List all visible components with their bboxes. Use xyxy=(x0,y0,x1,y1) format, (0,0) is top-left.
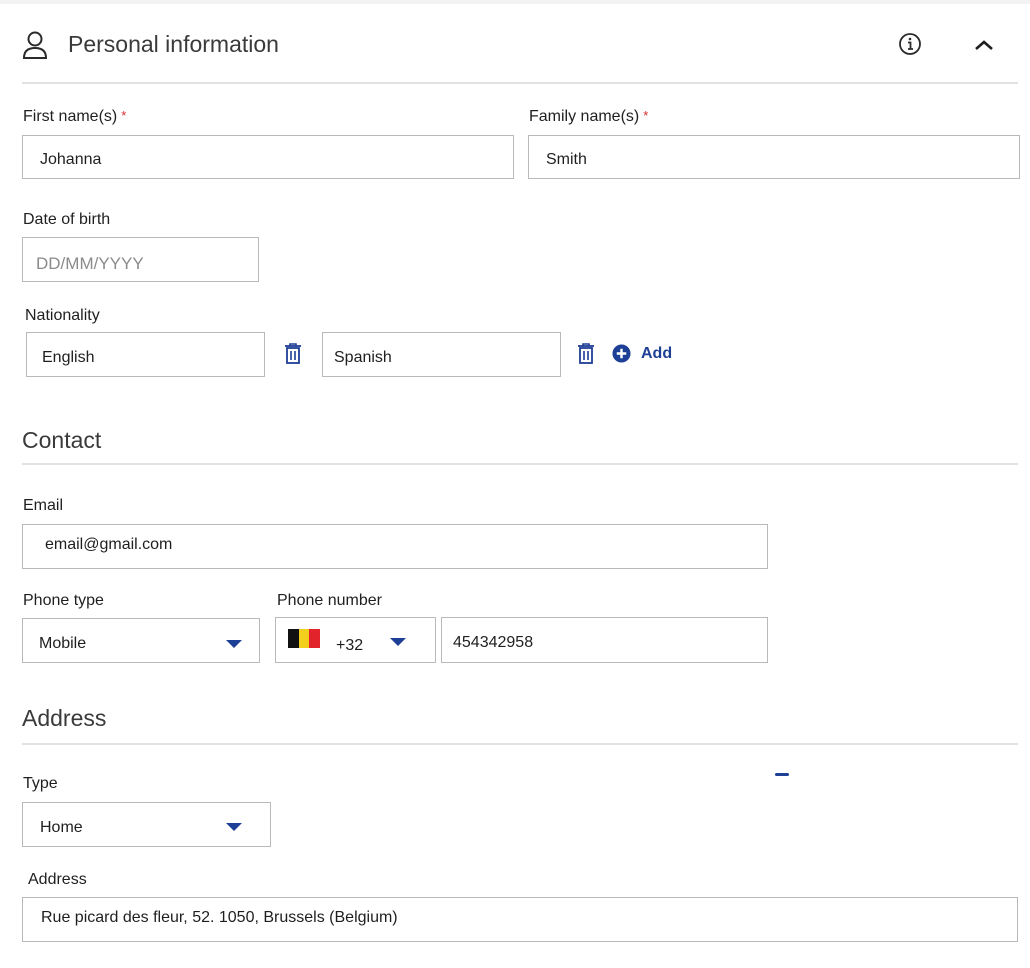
phone-number-label: Phone number xyxy=(277,592,382,609)
decorative-mark xyxy=(775,773,789,776)
address-type-value: Home xyxy=(40,818,83,836)
phone-type-label: Phone type xyxy=(23,592,104,609)
first-name-label: First name(s) * xyxy=(23,108,127,125)
nationality-value: English xyxy=(42,348,95,366)
phone-type-select[interactable]: Mobile xyxy=(22,618,260,663)
dob-label: Date of birth xyxy=(23,211,111,228)
address-value: Rue picard des fleur, 52. 1050, Brussels… xyxy=(41,908,398,926)
email-label: Email xyxy=(23,497,64,514)
belgium-flag-icon xyxy=(288,629,321,648)
nationality-input[interactable]: English xyxy=(26,332,265,377)
section-title-personal: Personal information xyxy=(68,31,279,57)
caret-down-icon xyxy=(390,638,406,646)
required-mark: * xyxy=(643,108,649,123)
nationality-value: Spanish xyxy=(334,348,392,366)
divider xyxy=(22,82,1018,84)
first-name-input[interactable]: Johanna xyxy=(22,135,514,179)
divider xyxy=(22,463,1018,465)
add-label: Add xyxy=(641,344,673,362)
caret-down-icon xyxy=(226,823,242,831)
country-code-value: +32 xyxy=(336,637,364,654)
plus-circle-icon xyxy=(612,344,631,363)
chevron-up-icon[interactable] xyxy=(970,34,998,56)
user-icon xyxy=(22,30,48,60)
section-title-address: Address xyxy=(22,705,107,731)
nationality-input[interactable]: Spanish xyxy=(322,332,561,377)
info-icon[interactable] xyxy=(897,31,923,57)
address-type-select[interactable]: Home xyxy=(22,802,271,847)
nationality-label: Nationality xyxy=(25,307,100,324)
top-strip xyxy=(0,0,1030,4)
country-code-select[interactable]: +32 xyxy=(275,617,436,663)
add-nationality-button[interactable]: Add xyxy=(612,344,672,363)
trash-icon[interactable] xyxy=(575,341,597,367)
dob-placeholder: DD/MM/YYYY xyxy=(36,253,144,273)
required-mark: * xyxy=(121,108,127,123)
phone-type-value: Mobile xyxy=(39,634,87,652)
dob-input[interactable]: DD/MM/YYYY xyxy=(22,237,259,282)
phone-number-value: 454342958 xyxy=(453,634,534,651)
phone-number-input[interactable]: 454342958 xyxy=(441,617,768,663)
email-input[interactable]: email@gmail.com xyxy=(22,524,768,569)
trash-icon[interactable] xyxy=(282,341,304,367)
section-title-contact: Contact xyxy=(22,427,102,453)
address-type-label: Type xyxy=(23,775,58,792)
divider xyxy=(22,743,1018,745)
family-name-input[interactable]: Smith xyxy=(528,135,1020,179)
family-name-label: Family name(s) * xyxy=(529,108,649,125)
address-input[interactable]: Rue picard des fleur, 52. 1050, Brussels… xyxy=(22,897,1018,942)
email-value: email@gmail.com xyxy=(45,535,173,553)
caret-down-icon xyxy=(226,640,242,648)
family-name-value: Smith xyxy=(546,151,587,168)
first-name-value: Johanna xyxy=(40,151,102,168)
address-label: Address xyxy=(28,871,87,888)
